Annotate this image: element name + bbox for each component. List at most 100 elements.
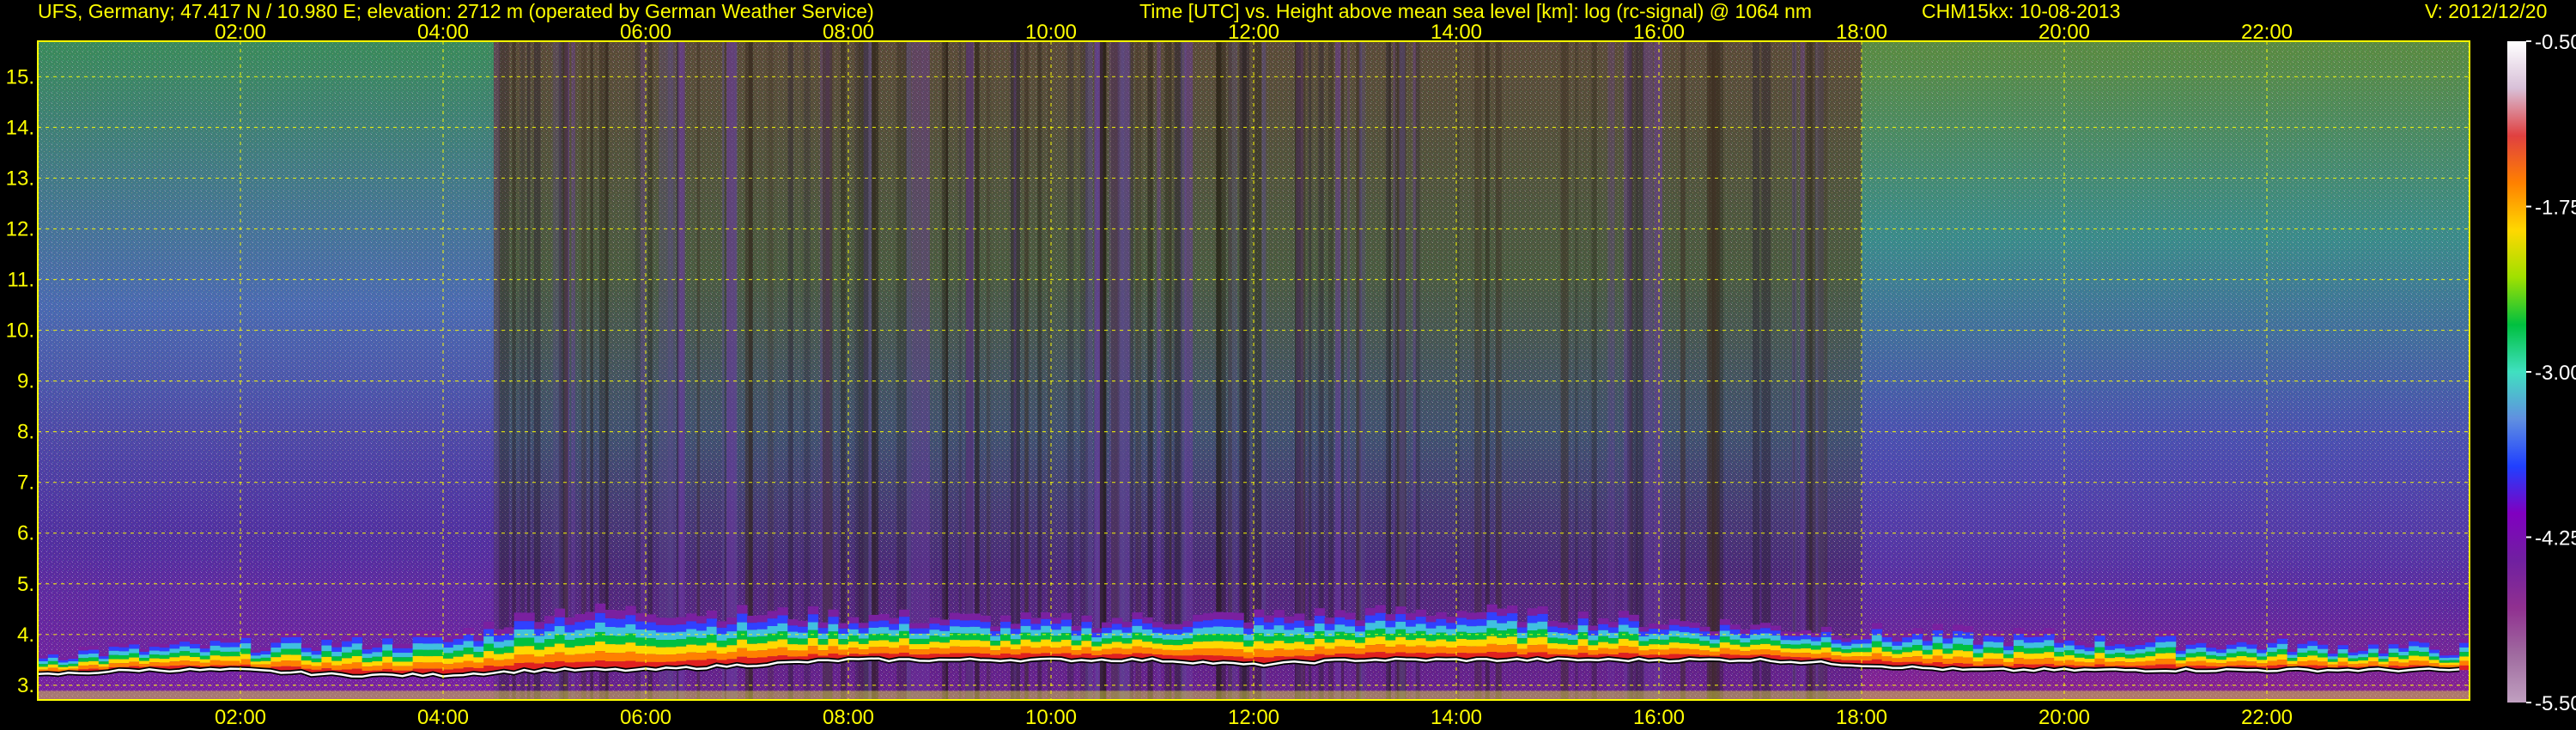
boundary-layer-cell — [1932, 655, 1943, 663]
boundary-layer-cell — [230, 656, 241, 661]
signal-streak — [1261, 41, 1267, 700]
boundary-layer-cell — [2044, 658, 2055, 665]
boundary-layer-cell — [1476, 639, 1487, 647]
boundary-layer-cell — [58, 665, 69, 667]
signal-streak — [1327, 41, 1334, 700]
boundary-layer-cell — [817, 644, 829, 651]
boundary-layer-cell — [129, 661, 140, 666]
boundary-layer-cell — [585, 620, 596, 629]
signal-streak — [1654, 41, 1662, 700]
boundary-layer-cell — [1172, 645, 1183, 651]
boundary-layer-cell — [554, 626, 566, 636]
boundary-layer-cell — [210, 645, 221, 651]
boundary-layer-cell — [696, 623, 708, 631]
boundary-layer-cell — [1953, 624, 1964, 631]
boundary-layer-cell — [828, 638, 839, 647]
boundary-layer-cell — [574, 637, 586, 647]
boundary-layer-cell — [1132, 625, 1143, 633]
boundary-layer-cell — [798, 632, 809, 639]
boundary-layer-cell — [1203, 634, 1214, 642]
boundary-layer-cell — [1537, 629, 1548, 637]
boundary-layer-cell — [2307, 650, 2318, 656]
signal-streak — [1818, 41, 1828, 700]
boundary-layer-cell — [1385, 614, 1396, 621]
boundary-layer-cell — [1993, 653, 2004, 660]
boundary-layer-cell — [1000, 615, 1012, 623]
boundary-layer-cell — [2166, 636, 2177, 642]
boundary-layer-cell — [676, 624, 687, 632]
boundary-layer-cell — [1902, 642, 1913, 648]
boundary-layer-cell — [1760, 628, 1771, 634]
boundary-layer-cell — [260, 657, 271, 661]
boundary-layer-cell — [453, 656, 465, 663]
boundary-layer-cell — [908, 623, 920, 629]
boundary-layer-cell — [544, 654, 556, 663]
boundary-layer-cell — [2014, 652, 2025, 659]
boundary-layer-cell — [1719, 636, 1731, 643]
ceilometer-plot: 02:00 04:00 06:00 08:00 10:00 12:00 14:00 16:00… — [6, 21, 2576, 729]
boundary-layer-cell — [889, 630, 900, 636]
boundary-layer-cell — [1972, 640, 1984, 645]
boundary-layer-cell — [2054, 660, 2065, 666]
boundary-layer-cell — [828, 617, 839, 624]
boundary-layer-cell — [494, 648, 505, 654]
signal-streak — [1607, 41, 1615, 700]
boundary-layer-cell — [706, 610, 718, 619]
boundary-layer-cell — [544, 624, 556, 632]
boundary-layer-cell — [767, 625, 778, 634]
y-tick-label: 8. — [17, 421, 34, 444]
boundary-layer-cell — [1993, 642, 2004, 648]
boundary-layer-cell — [1060, 626, 1072, 634]
boundary-layer-cell — [169, 644, 180, 649]
boundary-layer-cell — [311, 647, 322, 651]
boundary-layer-cell — [1628, 634, 1639, 641]
boundary-layer-cell — [939, 648, 951, 654]
boundary-layer-cell — [1121, 638, 1133, 644]
boundary-layer-cell — [1476, 646, 1487, 654]
boundary-layer-cell — [190, 657, 201, 662]
boundary-layer-cell — [331, 660, 343, 666]
boundary-layer-cell — [301, 660, 313, 665]
boundary-layer-cell — [1851, 643, 1862, 648]
boundary-layer-cell — [747, 650, 758, 659]
boundary-layer-cell — [1862, 652, 1873, 657]
boundary-layer-cell — [2155, 659, 2166, 665]
boundary-layer-cell — [1659, 639, 1670, 645]
boundary-layer-cell — [1304, 626, 1315, 633]
boundary-layer-cell — [1193, 614, 1204, 622]
boundary-layer-cell — [1375, 620, 1386, 629]
boundary-layer-cell — [848, 617, 860, 624]
boundary-layer-cell — [2428, 649, 2440, 654]
boundary-layer-cell — [2023, 659, 2035, 665]
boundary-layer-cell — [2023, 642, 2035, 648]
boundary-layer-cell — [2054, 647, 2065, 653]
signal-streak — [1024, 41, 1029, 700]
x-tick-label: 10:00 — [1025, 21, 1077, 44]
boundary-layer-cell — [1162, 644, 1174, 650]
boundary-layer-cell — [1780, 636, 1791, 641]
boundary-layer-cell — [1476, 632, 1487, 640]
boundary-layer-cell — [2358, 663, 2369, 667]
boundary-layer-cell — [2257, 663, 2268, 667]
boundary-layer-cell — [58, 666, 69, 670]
boundary-layer-cell — [2297, 639, 2308, 644]
boundary-layer-cell — [1446, 641, 1457, 648]
boundary-layer-cell — [756, 622, 769, 630]
boundary-layer-cell — [1932, 624, 1943, 631]
boundary-layer-cell — [270, 661, 282, 667]
boundary-layer-cell — [453, 644, 465, 651]
boundary-layer-cell — [199, 655, 211, 660]
boundary-layer-cell — [1263, 615, 1275, 623]
boundary-layer-cell — [2014, 628, 2025, 635]
boundary-layer-cell — [1041, 639, 1052, 647]
boundary-layer-cell — [605, 609, 617, 618]
boundary-layer-cell — [615, 618, 626, 628]
boundary-layer-cell — [1395, 606, 1406, 615]
boundary-layer-cell — [747, 630, 758, 637]
boundary-layer-cell — [706, 618, 718, 627]
signal-streak — [1560, 41, 1569, 700]
boundary-layer-cell — [139, 654, 150, 659]
boundary-layer-cell — [1243, 646, 1255, 653]
boundary-layer-cell — [1193, 648, 1204, 655]
boundary-layer-cell — [696, 616, 708, 624]
